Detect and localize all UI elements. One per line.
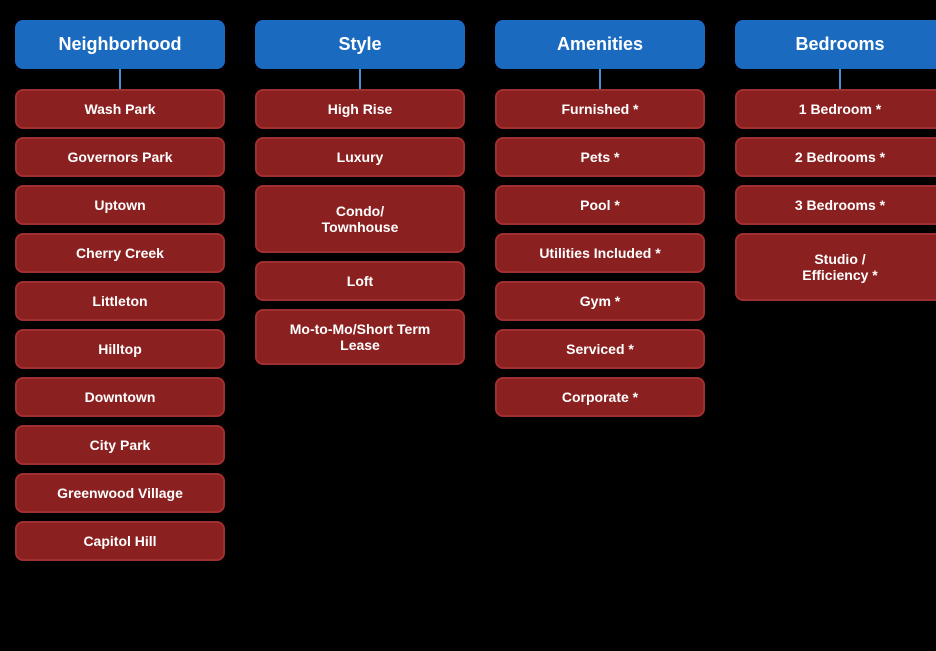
item-style-4[interactable]: Mo-to-Mo/Short Term Lease bbox=[255, 309, 465, 365]
diagram: Neighborhood Wash Park Governors Park Uptow… bbox=[0, 0, 936, 651]
item-neighborhood-5[interactable]: Hilltop bbox=[15, 329, 225, 369]
connector-line bbox=[359, 69, 361, 89]
connector-line bbox=[839, 69, 841, 89]
column-style: Style High Rise Luxury Condo/Townhouse Loft M… bbox=[255, 20, 465, 365]
item-amenities-4[interactable]: Gym * bbox=[495, 281, 705, 321]
item-amenities-3[interactable]: Utilities Included * bbox=[495, 233, 705, 273]
item-neighborhood-0[interactable]: Wash Park bbox=[15, 89, 225, 129]
item-neighborhood-6[interactable]: Downtown bbox=[15, 377, 225, 417]
item-bedrooms-3[interactable]: Studio /Efficiency * bbox=[735, 233, 936, 301]
item-neighborhood-9[interactable]: Capitol Hill bbox=[15, 521, 225, 561]
header-neighborhood[interactable]: Neighborhood bbox=[15, 20, 225, 69]
item-style-0[interactable]: High Rise bbox=[255, 89, 465, 129]
item-bedrooms-0[interactable]: 1 Bedroom * bbox=[735, 89, 936, 129]
item-neighborhood-2[interactable]: Uptown bbox=[15, 185, 225, 225]
column-amenities: Amenities Furnished * Pets * Pool * Utilitie… bbox=[495, 20, 705, 417]
item-amenities-6[interactable]: Corporate * bbox=[495, 377, 705, 417]
item-amenities-1[interactable]: Pets * bbox=[495, 137, 705, 177]
item-style-2[interactable]: Condo/Townhouse bbox=[255, 185, 465, 253]
item-neighborhood-8[interactable]: Greenwood Village bbox=[15, 473, 225, 513]
column-bedrooms: Bedrooms 1 Bedroom * 2 Bedrooms * 3 Bedroom… bbox=[735, 20, 936, 301]
item-style-3[interactable]: Loft bbox=[255, 261, 465, 301]
item-neighborhood-7[interactable]: City Park bbox=[15, 425, 225, 465]
item-bedrooms-2[interactable]: 3 Bedrooms * bbox=[735, 185, 936, 225]
header-amenities[interactable]: Amenities bbox=[495, 20, 705, 69]
item-bedrooms-1[interactable]: 2 Bedrooms * bbox=[735, 137, 936, 177]
item-amenities-2[interactable]: Pool * bbox=[495, 185, 705, 225]
item-neighborhood-4[interactable]: Littleton bbox=[15, 281, 225, 321]
item-style-1[interactable]: Luxury bbox=[255, 137, 465, 177]
item-neighborhood-3[interactable]: Cherry Creek bbox=[15, 233, 225, 273]
item-amenities-0[interactable]: Furnished * bbox=[495, 89, 705, 129]
connector-line bbox=[119, 69, 121, 89]
connector-line bbox=[599, 69, 601, 89]
column-neighborhood: Neighborhood Wash Park Governors Park Uptow… bbox=[15, 20, 225, 561]
header-style[interactable]: Style bbox=[255, 20, 465, 69]
header-bedrooms[interactable]: Bedrooms bbox=[735, 20, 936, 69]
item-neighborhood-1[interactable]: Governors Park bbox=[15, 137, 225, 177]
item-amenities-5[interactable]: Serviced * bbox=[495, 329, 705, 369]
